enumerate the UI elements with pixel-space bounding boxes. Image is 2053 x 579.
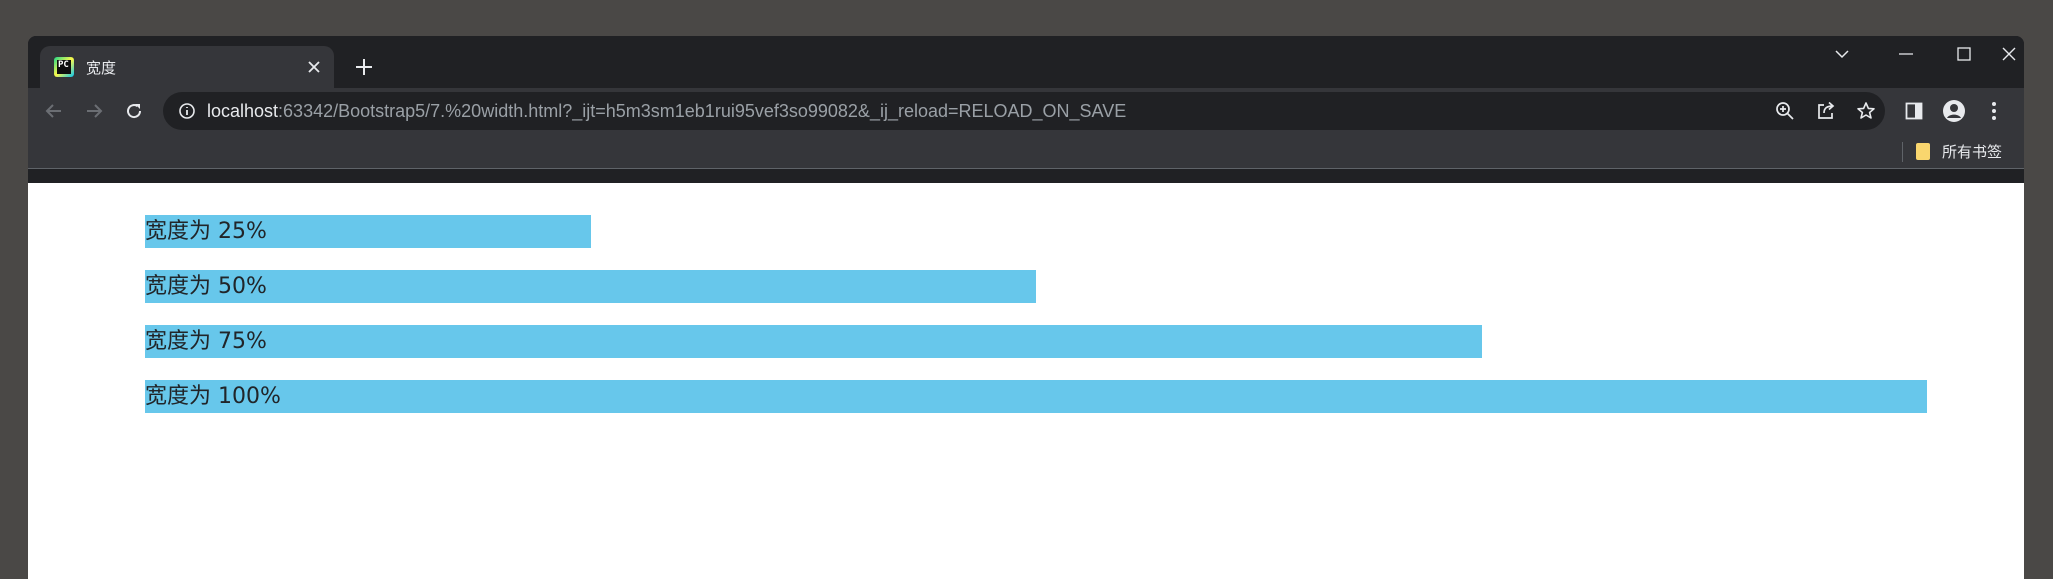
toolbar: localhost:63342/Bootstrap5/7.%20width.ht… xyxy=(28,88,2024,134)
all-bookmarks-label: 所有书签 xyxy=(1942,142,2003,161)
side-panel-icon[interactable] xyxy=(1898,95,1930,127)
width-bar: 宽度为 25% xyxy=(145,215,591,248)
tab-title: 宽度 xyxy=(86,58,117,77)
minimize-icon[interactable] xyxy=(1878,36,1934,72)
tab-active[interactable]: PC 宽度 xyxy=(40,46,334,88)
bookmarks-bar: 所有书签 xyxy=(28,134,2024,169)
close-icon[interactable] xyxy=(302,55,326,79)
bar-label: 宽度为 25% xyxy=(145,219,267,244)
bar-label: 宽度为 50% xyxy=(145,274,267,299)
bookmarks-separator xyxy=(1902,142,1903,162)
more-icon[interactable] xyxy=(1978,95,2010,127)
info-icon[interactable] xyxy=(175,99,199,123)
width-bar: 宽度为 50% xyxy=(145,270,1036,303)
zoom-icon[interactable] xyxy=(1773,99,1797,123)
favicon-text: PC xyxy=(58,60,69,70)
all-bookmarks-button[interactable]: 所有书签 xyxy=(1916,139,2002,163)
url-rest: :63342/Bootstrap5/7.%20width.html?_ijt=h… xyxy=(278,101,1127,121)
window-close-icon[interactable] xyxy=(1994,36,2024,72)
width-bar: 宽度为 100% xyxy=(145,380,1927,413)
page-content: 宽度为 25% 宽度为 50% 宽度为 75% 宽度为 100% xyxy=(28,183,2024,579)
reload-icon[interactable] xyxy=(118,95,150,127)
url-host: localhost xyxy=(207,101,279,121)
bar-label: 宽度为 100% xyxy=(145,384,281,409)
browser-window: PC 宽度 localhost:63342/Bootstrap5/7.%20wi… xyxy=(28,36,2024,579)
profile-icon[interactable] xyxy=(1938,95,1970,127)
tab-strip: PC 宽度 xyxy=(28,36,2024,88)
star-icon[interactable] xyxy=(1854,99,1878,123)
share-icon[interactable] xyxy=(1814,99,1838,123)
address-bar[interactable]: localhost:63342/Bootstrap5/7.%20width.ht… xyxy=(163,92,1885,130)
maximize-icon[interactable] xyxy=(1936,36,1992,72)
chevron-down-icon[interactable] xyxy=(1814,36,1870,72)
pycharm-favicon-icon: PC xyxy=(54,57,74,77)
forward-icon[interactable] xyxy=(78,95,110,127)
plus-icon[interactable] xyxy=(350,53,378,81)
bar-label: 宽度为 75% xyxy=(145,329,267,354)
folder-icon xyxy=(1916,142,1930,160)
width-bar: 宽度为 75% xyxy=(145,325,1482,358)
url-text[interactable]: localhost:63342/Bootstrap5/7.%20width.ht… xyxy=(207,101,1126,122)
back-icon[interactable] xyxy=(38,95,70,127)
